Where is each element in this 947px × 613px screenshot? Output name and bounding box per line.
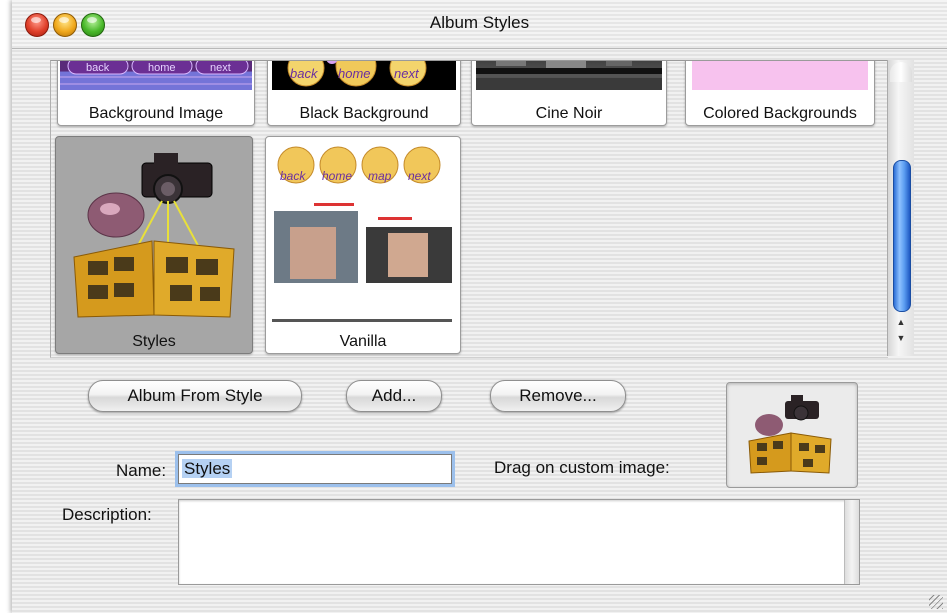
style-tile-black-background[interactable]: back home next Black Background: [267, 61, 461, 126]
description-scrollbar[interactable]: [844, 500, 859, 584]
styles-preview-icon: [748, 395, 832, 474]
black-background-thumbnail: back home next: [272, 61, 456, 90]
style-tile-colored-backgrounds[interactable]: Colored Backgrounds: [685, 61, 875, 126]
colored-backgrounds-thumbnail: [692, 61, 868, 90]
description-field-value: [179, 500, 859, 508]
album-styles-window: Album Styles back home next Background I…: [12, 0, 947, 613]
style-gallery[interactable]: back home next Background Image back hom…: [50, 60, 888, 358]
name-field-value: Styles: [182, 459, 233, 478]
thumb-home-text: home: [322, 169, 353, 183]
description-field[interactable]: [178, 499, 860, 585]
thumb-map-text: map: [368, 169, 392, 183]
style-tile-label: Styles: [132, 333, 176, 350]
thumb-home-text: home: [148, 62, 176, 74]
thumb-back-text: back: [280, 169, 306, 183]
cine-noir-thumbnail: [476, 61, 662, 90]
style-tile-styles[interactable]: Styles: [55, 136, 253, 354]
style-tile-label: Black Background: [299, 105, 429, 122]
vanilla-thumbnail: back home map next: [270, 141, 456, 327]
thumb-next-text: next: [210, 62, 231, 74]
thumb-back-text: back: [290, 66, 318, 81]
thumb-next-text: next: [408, 169, 431, 183]
custom-image-well[interactable]: [726, 382, 858, 488]
gallery-scrollbar[interactable]: ▲ ▼: [887, 60, 914, 356]
style-tile-background-image[interactable]: back home next Background Image: [57, 61, 255, 126]
scrollbar-top-cap: [890, 62, 912, 82]
style-tile-label: Vanilla: [339, 333, 387, 350]
styles-thumbnail: [70, 145, 238, 321]
thumb-back-text: back: [86, 62, 110, 74]
thumb-home-text: home: [338, 66, 371, 81]
description-label: Description:: [62, 505, 152, 524]
style-tile-vanilla[interactable]: back home map next Vanilla: [265, 136, 461, 354]
scrollbar-thumb[interactable]: [893, 160, 911, 312]
background-image-thumbnail: back home next: [60, 61, 252, 90]
scroll-down-arrow-icon[interactable]: ▼: [888, 332, 914, 344]
style-tile-label: Background Image: [88, 105, 224, 122]
style-tile-label: Cine Noir: [535, 105, 603, 122]
style-tile-label: Colored Backgrounds: [703, 105, 857, 122]
remove-button[interactable]: Remove...: [490, 380, 626, 412]
title-bar[interactable]: Album Styles: [12, 0, 947, 49]
resize-grip-icon[interactable]: [929, 595, 943, 609]
scroll-up-arrow-icon[interactable]: ▲: [888, 316, 914, 328]
album-from-style-button[interactable]: Album From Style: [88, 380, 302, 412]
drag-custom-image-label: Drag on custom image:: [494, 458, 670, 477]
name-label: Name:: [116, 461, 167, 480]
style-tile-cine-noir[interactable]: Cine Noir: [471, 61, 667, 126]
name-field[interactable]: Styles: [178, 454, 452, 484]
add-button[interactable]: Add...: [346, 380, 442, 412]
thumb-next-text: next: [394, 66, 419, 81]
window-title: Album Styles: [429, 13, 530, 32]
